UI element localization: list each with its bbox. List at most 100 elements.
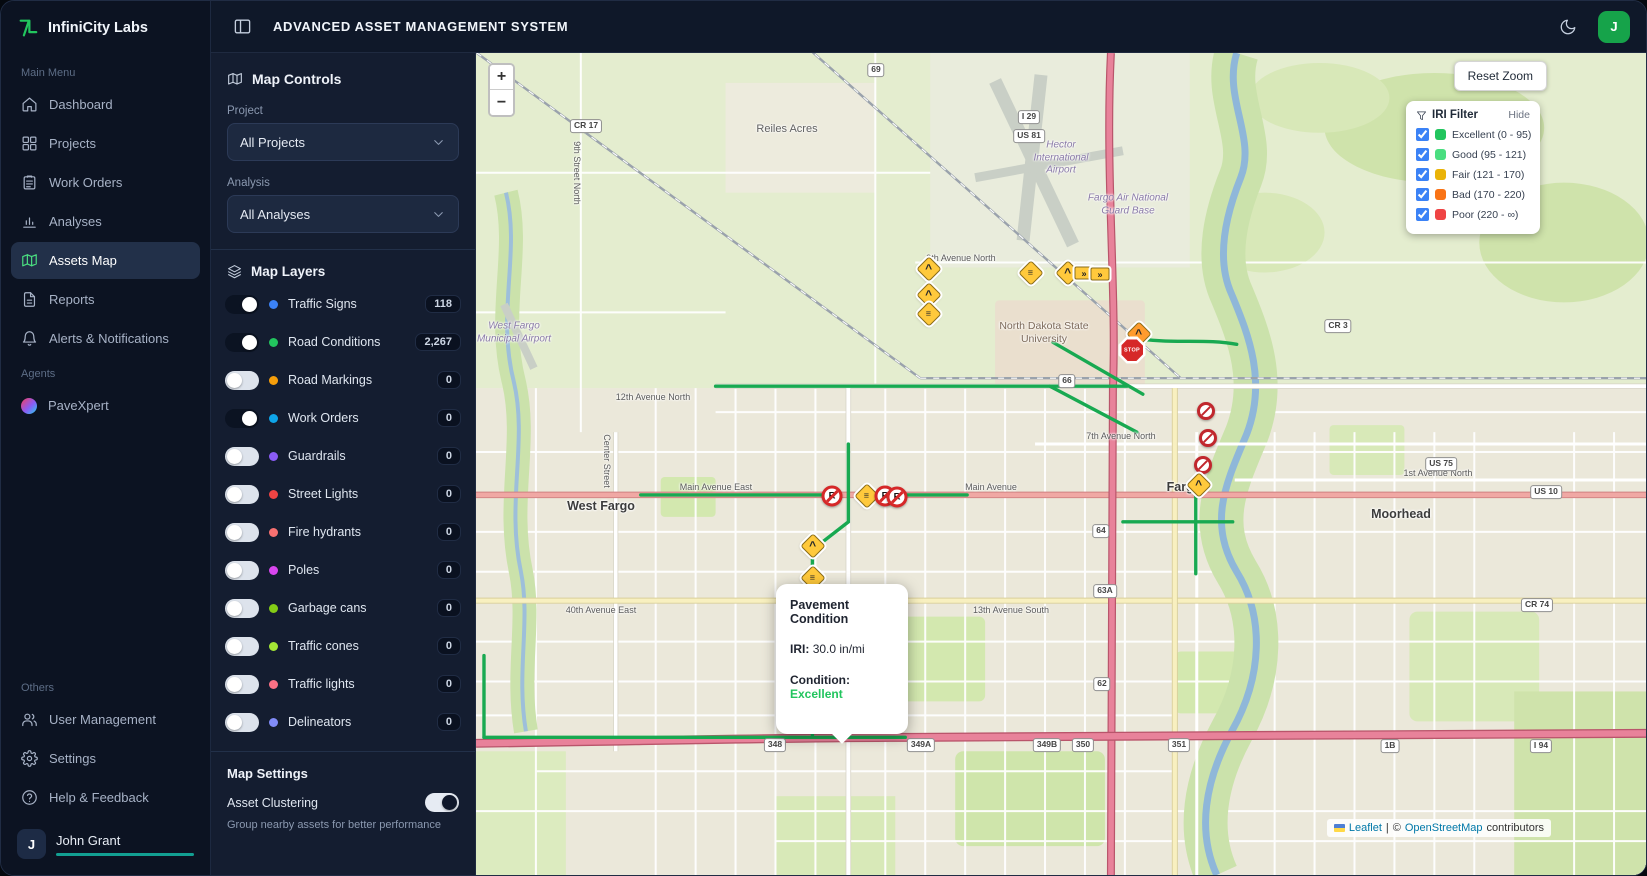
stop-sign-marker[interactable]: STOP bbox=[1118, 336, 1146, 364]
user-name: John Grant bbox=[56, 832, 121, 848]
analysis-label: Analysis bbox=[227, 177, 270, 189]
asset-clustering-toggle[interactable] bbox=[425, 793, 459, 812]
no-parking-sign-marker[interactable]: R bbox=[886, 486, 908, 508]
map-layers-list: Traffic Signs 118 Road Conditions 2,267 bbox=[211, 285, 475, 741]
header-avatar[interactable]: J bbox=[1598, 10, 1630, 43]
sidebar-item-dashboard[interactable]: Dashboard bbox=[11, 86, 200, 123]
map-controls-title: Map Controls bbox=[252, 71, 342, 87]
sidebar-item-analyses[interactable]: Analyses bbox=[11, 203, 200, 240]
warning-sign-marker[interactable] bbox=[1018, 260, 1044, 286]
layer-row: Traffic cones 0 bbox=[211, 627, 475, 665]
toggle-knob bbox=[227, 486, 242, 502]
users-icon bbox=[21, 711, 38, 728]
layer-toggle[interactable] bbox=[225, 332, 259, 352]
analysis-select[interactable]: All Analyses bbox=[227, 195, 459, 233]
warning-sign-marker[interactable] bbox=[916, 256, 942, 282]
iri-option-checkbox[interactable] bbox=[1416, 128, 1429, 141]
chevron-down-icon bbox=[431, 207, 446, 222]
sidebar-item-label: Help & Feedback bbox=[49, 790, 149, 805]
iri-option-label: Fair (121 - 170) bbox=[1452, 168, 1525, 181]
layer-count-badge: 0 bbox=[436, 485, 461, 503]
user-avatar[interactable]: J bbox=[17, 829, 46, 859]
layer-label: Road Conditions bbox=[288, 335, 381, 349]
reset-zoom-button[interactable]: Reset Zoom bbox=[1453, 61, 1547, 91]
regulatory-sign-marker[interactable] bbox=[1197, 402, 1215, 420]
warning-sign-marker[interactable] bbox=[800, 533, 826, 559]
layer-count-badge: 0 bbox=[436, 561, 461, 579]
iri-option-checkbox[interactable] bbox=[1416, 208, 1429, 221]
user-footer[interactable]: J John Grant bbox=[1, 817, 210, 875]
sidebar-item-projects[interactable]: Projects bbox=[11, 125, 200, 162]
header-actions: J bbox=[1552, 10, 1630, 43]
zoom-out-button[interactable]: − bbox=[490, 90, 513, 115]
pavexpert-icon bbox=[21, 397, 37, 414]
sidebar-item-alerts[interactable]: Alerts & Notifications bbox=[11, 320, 200, 357]
exit-shield: 348 bbox=[763, 738, 787, 752]
layer-toggle[interactable] bbox=[225, 446, 259, 466]
theme-toggle-button[interactable] bbox=[1552, 11, 1584, 43]
sidebar-item-reports[interactable]: Reports bbox=[11, 281, 200, 318]
iri-filter-panel: IRI Filter Hide Excellent (0 - 95) Good … bbox=[1406, 101, 1540, 234]
top-header: ADVANCED ASSET MANAGEMENT SYSTEM J bbox=[211, 1, 1646, 53]
sidebar-item-pavexpert[interactable]: PaveXpert bbox=[11, 387, 200, 424]
exit-shield: 63A bbox=[1093, 584, 1117, 598]
warning-sign-marker[interactable] bbox=[916, 301, 942, 327]
layer-toggle[interactable] bbox=[225, 522, 259, 542]
sidebar-item-label: User Management bbox=[49, 712, 156, 727]
others-section-label: Others bbox=[21, 682, 55, 694]
project-select[interactable]: All Projects bbox=[227, 123, 459, 161]
regulatory-sign-marker[interactable] bbox=[1194, 456, 1212, 474]
map-icon bbox=[21, 252, 38, 269]
layer-toggle[interactable] bbox=[225, 674, 259, 694]
toggle-knob bbox=[242, 410, 257, 426]
road-shield: US 75 bbox=[1425, 457, 1457, 471]
toggle-knob bbox=[227, 676, 242, 692]
exit-shield: 62 bbox=[1093, 677, 1111, 691]
iri-option-checkbox[interactable] bbox=[1416, 188, 1429, 201]
warning-sign-marker[interactable] bbox=[854, 483, 880, 509]
iri-option-checkbox[interactable] bbox=[1416, 148, 1429, 161]
map-settings-title: Map Settings bbox=[227, 766, 308, 781]
layer-toggle[interactable] bbox=[225, 408, 259, 428]
iri-filter-hide-button[interactable]: Hide bbox=[1508, 109, 1530, 121]
chevron-glyph-icon bbox=[809, 540, 816, 552]
main-menu-section-label: Main Menu bbox=[21, 67, 76, 79]
warning-sign-marker[interactable] bbox=[1186, 472, 1212, 498]
layer-toggle[interactable] bbox=[225, 560, 259, 580]
no-parking-sign-marker[interactable]: R bbox=[821, 485, 843, 507]
brand-name: InfiniCity Labs bbox=[48, 20, 148, 36]
leaflet-link[interactable]: Leaflet bbox=[1349, 822, 1382, 834]
iri-filter-option: Fair (121 - 170) bbox=[1416, 168, 1530, 181]
brand-logo-icon bbox=[17, 17, 39, 39]
map-layers-header: Map Layers bbox=[211, 254, 475, 285]
arrow-panel-sign-marker[interactable] bbox=[1090, 267, 1110, 281]
layer-toggle[interactable] bbox=[225, 370, 259, 390]
layer-label: Delineators bbox=[288, 715, 352, 729]
layer-toggle[interactable] bbox=[225, 598, 259, 618]
sidebar-item-work-orders[interactable]: Work Orders bbox=[11, 164, 200, 201]
layer-toggle[interactable] bbox=[225, 636, 259, 656]
layer-color-dot bbox=[269, 679, 278, 689]
layer-color-dot bbox=[269, 603, 278, 613]
road-shield: CR 3 bbox=[1324, 319, 1352, 333]
exit-shield: 64 bbox=[1092, 524, 1110, 538]
layer-toggle[interactable] bbox=[225, 294, 259, 314]
zoom-in-button[interactable]: + bbox=[490, 65, 513, 90]
iri-color-swatch bbox=[1435, 129, 1446, 140]
regulatory-sign-marker[interactable] bbox=[1199, 429, 1217, 447]
road-shield: CR 74 bbox=[1520, 598, 1554, 612]
sidebar-item-label: Reports bbox=[49, 292, 95, 307]
iri-option-checkbox[interactable] bbox=[1416, 168, 1429, 181]
sidebar-item-assets-map[interactable]: Assets Map bbox=[11, 242, 200, 279]
sidebar-item-user-management[interactable]: User Management bbox=[11, 701, 200, 738]
toggle-knob bbox=[227, 638, 242, 654]
layer-toggle[interactable] bbox=[225, 484, 259, 504]
sidebar-toggle-button[interactable] bbox=[227, 12, 257, 42]
sidebar-item-settings[interactable]: Settings bbox=[11, 740, 200, 777]
layer-toggle[interactable] bbox=[225, 712, 259, 732]
layer-color-dot bbox=[269, 299, 278, 309]
map-canvas[interactable]: Reiles Acres Hector International Airpor… bbox=[476, 53, 1646, 875]
openstreetmap-link[interactable]: OpenStreetMap bbox=[1405, 822, 1483, 834]
sidebar-item-help[interactable]: Help & Feedback bbox=[11, 779, 200, 816]
divider bbox=[211, 249, 475, 250]
